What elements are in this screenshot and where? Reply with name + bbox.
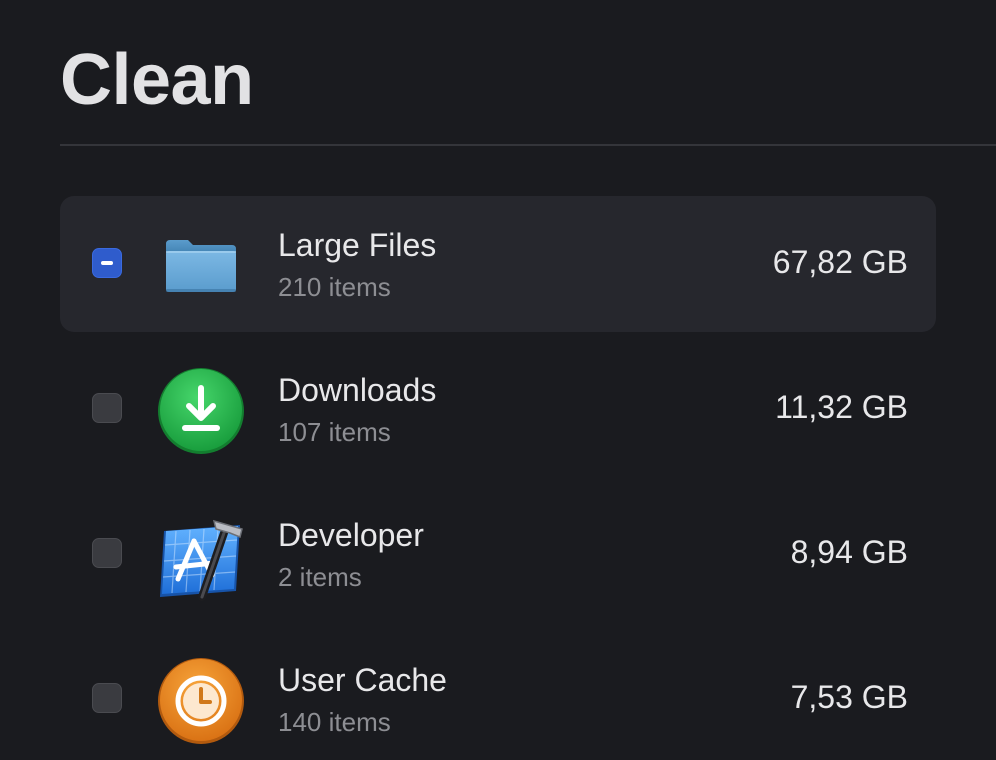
clean-page: Clean Large Files 210 items 67,82 GB Dow… — [0, 0, 996, 760]
xcode-icon — [156, 511, 246, 601]
list-item-downloads[interactable]: Downloads 107 items 11,32 GB — [60, 341, 936, 477]
item-size: 7,53 GB — [790, 679, 908, 715]
item-size: 67,82 GB — [772, 244, 908, 280]
item-name: Large Files — [278, 227, 437, 263]
list-item-developer[interactable]: Developer 2 items 8,94 GB — [60, 486, 936, 622]
item-size: 8,94 GB — [790, 534, 908, 570]
list-item-large-files[interactable]: Large Files 210 items 67,82 GB — [60, 196, 936, 332]
checkbox-user-cache[interactable] — [92, 683, 122, 713]
clock-icon — [156, 656, 246, 746]
item-size: 11,32 GB — [775, 389, 908, 425]
list-item-user-cache[interactable]: User Cache 140 items 7,53 GB — [60, 631, 936, 760]
item-count: 140 items — [278, 707, 391, 737]
item-count: 107 items — [278, 417, 391, 447]
download-icon — [156, 366, 246, 456]
item-count: 210 items — [278, 272, 391, 302]
item-name: Downloads — [278, 372, 437, 408]
title-divider — [60, 144, 996, 146]
folder-icon — [156, 221, 246, 311]
checkbox-developer[interactable] — [92, 538, 122, 568]
item-name: User Cache — [278, 662, 447, 698]
checkbox-large-files[interactable] — [92, 248, 122, 278]
item-name: Developer — [278, 517, 424, 553]
page-title: Clean — [60, 40, 254, 120]
checkbox-downloads[interactable] — [92, 393, 122, 423]
item-count: 2 items — [278, 562, 362, 592]
category-list: Large Files 210 items 67,82 GB Downloads… — [60, 196, 936, 760]
